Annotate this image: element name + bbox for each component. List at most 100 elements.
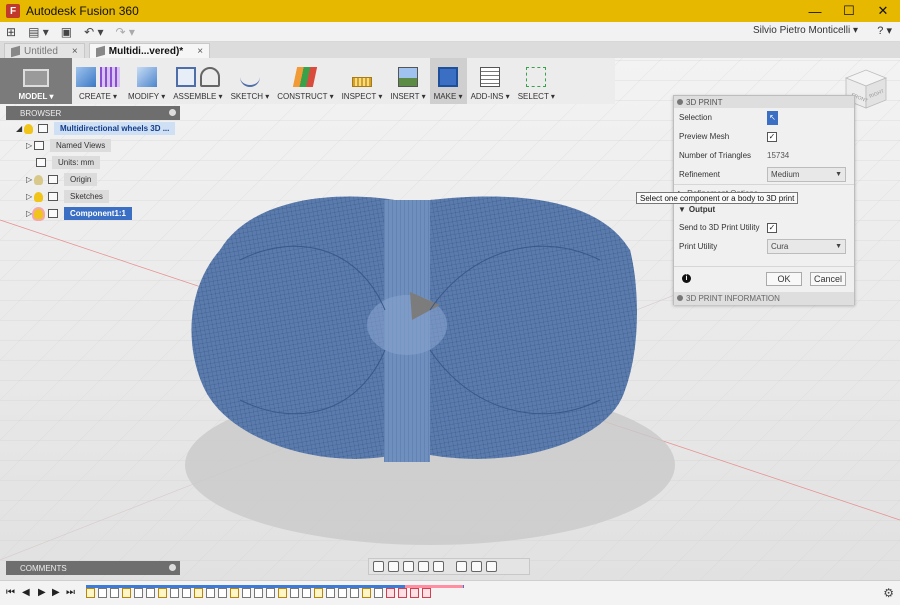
- browser-root-node[interactable]: ◢ Multidirectional wheels 3D ...: [6, 120, 180, 137]
- collapse-triangle-icon[interactable]: ◢: [16, 124, 24, 133]
- timeline-feature[interactable]: [290, 588, 299, 598]
- timeline-feature[interactable]: [194, 588, 203, 598]
- timeline-feature[interactable]: [266, 588, 275, 598]
- press-pull-icon[interactable]: [136, 67, 157, 87]
- help-button[interactable]: ? ▾: [877, 24, 892, 37]
- timeline-feature[interactable]: [362, 588, 371, 598]
- visibility-bulb-icon[interactable]: [34, 191, 43, 202]
- grid-settings-icon[interactable]: [471, 561, 482, 572]
- box-icon[interactable]: [76, 67, 96, 87]
- undo-button[interactable]: ↶ ▾: [78, 22, 109, 42]
- addins-menu[interactable]: ADD-INS ▾: [467, 58, 514, 104]
- timeline-feature[interactable]: [386, 588, 395, 598]
- wheel-mesh[interactable]: [191, 196, 637, 462]
- orbit-icon[interactable]: [373, 561, 384, 572]
- timeline-feature[interactable]: [278, 588, 287, 598]
- timeline-feature[interactable]: [146, 588, 155, 598]
- print-utility-dropdown[interactable]: Cura ▼: [767, 239, 846, 254]
- fit-icon[interactable]: [433, 561, 444, 572]
- timeline-feature[interactable]: [398, 588, 407, 598]
- ok-button[interactable]: OK: [766, 272, 802, 286]
- refinement-dropdown[interactable]: Medium ▼: [767, 167, 846, 182]
- timeline-feature[interactable]: [230, 588, 239, 598]
- pan-icon[interactable]: [403, 561, 414, 572]
- measure-icon[interactable]: [351, 77, 372, 87]
- timeline-feature[interactable]: [158, 588, 167, 598]
- insert-image-icon[interactable]: [397, 67, 418, 87]
- viewports-icon[interactable]: [486, 561, 497, 572]
- timeline-settings-gear-icon[interactable]: ⚙: [883, 586, 894, 600]
- scripts-addins-icon[interactable]: [480, 67, 501, 87]
- save-button[interactable]: ▣: [55, 22, 78, 42]
- timeline-feature[interactable]: [338, 588, 347, 598]
- timeline-prev-icon[interactable]: ◀: [22, 587, 30, 598]
- timeline-feature[interactable]: [314, 588, 323, 598]
- expand-triangle-icon[interactable]: ▷: [26, 141, 34, 150]
- visibility-bulb-icon[interactable]: [24, 123, 33, 134]
- timeline-feature[interactable]: [302, 588, 311, 598]
- tab-untitled[interactable]: Untitled ×: [4, 43, 85, 58]
- expand-triangle-icon[interactable]: ▷: [26, 209, 34, 218]
- timeline-feature[interactable]: [350, 588, 359, 598]
- workspace-switcher[interactable]: MODEL ▾: [0, 58, 72, 104]
- redo-button[interactable]: ↷ ▾: [110, 22, 141, 42]
- sketch-icon[interactable]: [239, 67, 260, 87]
- timeline-feature[interactable]: [410, 588, 419, 598]
- dialog-title-bar[interactable]: 3D PRINT: [674, 96, 854, 108]
- timeline-feature[interactable]: [422, 588, 431, 598]
- timeline-play-icon[interactable]: ▶: [38, 587, 46, 598]
- insert-menu[interactable]: INSERT ▾: [386, 58, 429, 104]
- cancel-button[interactable]: Cancel: [810, 272, 846, 286]
- timeline-feature[interactable]: [254, 588, 263, 598]
- timeline-next-icon[interactable]: ▶: [52, 587, 60, 598]
- data-panel-grid-icon[interactable]: ⊞: [0, 22, 22, 42]
- timeline-feature[interactable]: [98, 588, 107, 598]
- browser-header[interactable]: BROWSER: [6, 106, 180, 120]
- browser-item-sketches[interactable]: ▷ Sketches: [6, 188, 180, 205]
- tab-close-icon[interactable]: ×: [197, 46, 203, 57]
- timeline-feature[interactable]: [86, 588, 95, 598]
- close-button[interactable]: ✕: [866, 0, 900, 22]
- send-to-utility-checkbox[interactable]: ✓: [767, 222, 777, 233]
- sketch-menu[interactable]: SKETCH ▾: [227, 58, 274, 104]
- selection-cursor-button[interactable]: ↖: [767, 110, 778, 125]
- info-icon[interactable]: i: [682, 274, 691, 283]
- construct-menu[interactable]: CONSTRUCT ▾: [273, 58, 337, 104]
- create-menu[interactable]: CREATE ▾: [72, 58, 124, 104]
- inspect-menu[interactable]: INSPECT ▾: [338, 58, 387, 104]
- preview-mesh-checkbox[interactable]: ✓: [767, 131, 777, 142]
- timeline-feature[interactable]: [134, 588, 143, 598]
- 3d-print-information-section[interactable]: 3D PRINT INFORMATION: [674, 292, 854, 305]
- timeline-feature[interactable]: [242, 588, 251, 598]
- comments-panel[interactable]: COMMENTS: [6, 561, 180, 575]
- assemble-menu[interactable]: ASSEMBLE ▾: [169, 58, 226, 104]
- timeline-feature[interactable]: [182, 588, 191, 598]
- expand-triangle-icon[interactable]: ▷: [26, 192, 34, 201]
- display-settings-icon[interactable]: [456, 561, 467, 572]
- timeline-feature[interactable]: [110, 588, 119, 598]
- new-component-icon[interactable]: [175, 67, 196, 87]
- timeline-feature[interactable]: [218, 588, 227, 598]
- collapse-dot-icon[interactable]: [677, 99, 683, 105]
- pin-icon[interactable]: [169, 564, 176, 571]
- browser-item-origin[interactable]: ▷ Origin: [6, 171, 180, 188]
- browser-item-named-views[interactable]: ▷ Named Views: [6, 137, 180, 154]
- visibility-bulb-icon[interactable]: [34, 208, 43, 219]
- tab-multidirectional[interactable]: Multidi...vered)* ×: [88, 43, 211, 58]
- select-menu[interactable]: SELECT ▾: [514, 58, 559, 104]
- user-account-menu[interactable]: Silvio Pietro Monticelli ▾: [753, 25, 858, 36]
- timeline-feature[interactable]: [170, 588, 179, 598]
- minimize-button[interactable]: —: [798, 0, 832, 22]
- expand-triangle-icon[interactable]: ▷: [26, 175, 34, 184]
- timeline-feature[interactable]: [122, 588, 131, 598]
- modify-menu[interactable]: MODIFY ▾: [124, 58, 169, 104]
- offset-plane-icon[interactable]: [293, 67, 318, 87]
- browser-item-component[interactable]: ▷ Component1:1: [6, 205, 180, 222]
- timeline-feature[interactable]: [374, 588, 383, 598]
- timeline-first-icon[interactable]: ⏮: [6, 587, 15, 598]
- maximize-button[interactable]: ☐: [832, 0, 866, 22]
- joint-icon[interactable]: [199, 67, 220, 87]
- form-icon[interactable]: [100, 67, 120, 87]
- 3d-print-icon[interactable]: [438, 67, 459, 87]
- timeline-feature[interactable]: [326, 588, 335, 598]
